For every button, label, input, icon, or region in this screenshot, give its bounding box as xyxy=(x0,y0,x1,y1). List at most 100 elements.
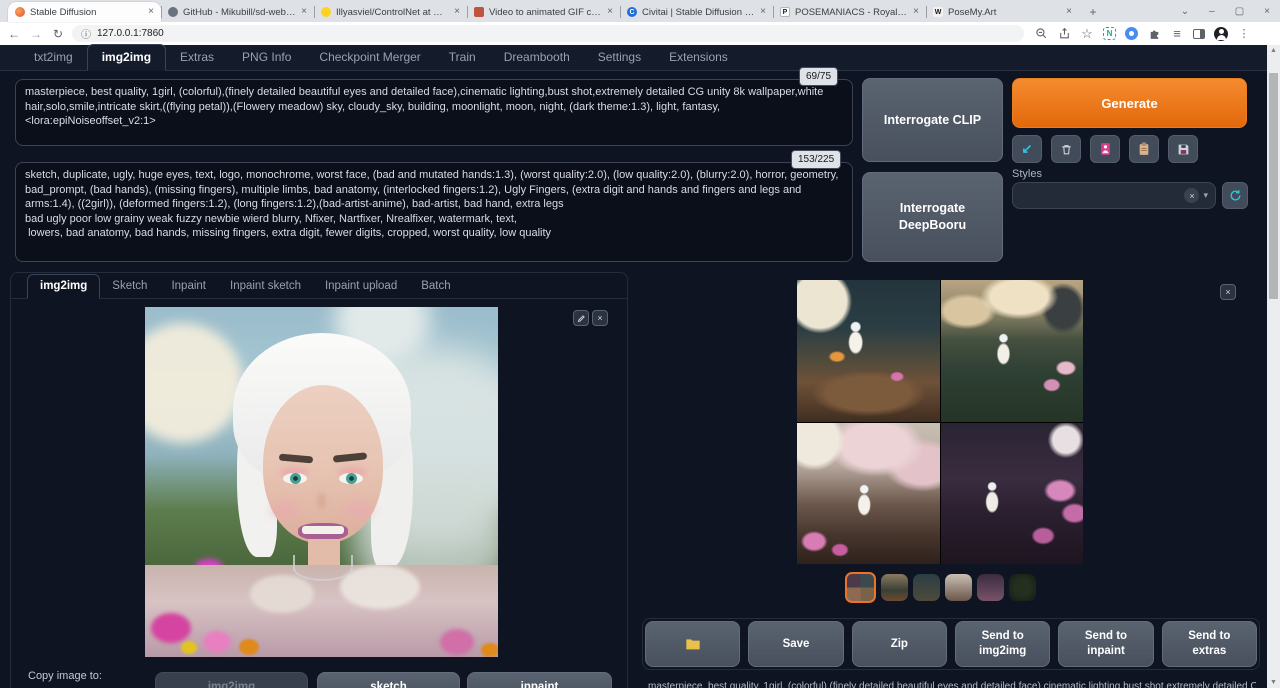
scrollbar-thumb[interactable] xyxy=(1269,73,1278,299)
thumbnail-2[interactable] xyxy=(913,574,940,601)
extension-n-icon[interactable]: N xyxy=(1103,27,1116,40)
zoom-icon[interactable] xyxy=(1034,27,1048,41)
copy-to-sketch-button[interactable]: sketch xyxy=(317,672,460,688)
tab-title: Video to animated GIF converter xyxy=(489,7,602,18)
tab-close-icon[interactable]: × xyxy=(760,7,766,17)
forward-button[interactable]: → xyxy=(28,28,44,40)
apply-style-button[interactable] xyxy=(1129,135,1159,163)
tab-batch-mode[interactable]: Batch xyxy=(409,275,462,298)
back-button[interactable]: ← xyxy=(6,28,22,40)
result-image-4[interactable] xyxy=(941,423,1084,565)
window-minimize-button[interactable]: – xyxy=(1209,6,1215,17)
tab-txt2img[interactable]: txt2img xyxy=(20,45,87,70)
tab-checkpoint-merger[interactable]: Checkpoint Merger xyxy=(305,45,434,70)
extension-blue-icon[interactable] xyxy=(1125,27,1138,40)
copy-to-img2img-button[interactable]: img2img xyxy=(155,672,308,688)
read-parameters-button[interactable]: ↙ xyxy=(1012,135,1042,163)
scroll-down-arrow-icon[interactable]: ▼ xyxy=(1267,679,1280,686)
open-folder-button[interactable] xyxy=(645,621,740,667)
window-maximize-button[interactable]: ▢ xyxy=(1235,6,1244,17)
tab-close-icon[interactable]: × xyxy=(913,7,919,17)
reload-button[interactable]: ↻ xyxy=(50,28,66,40)
tab-extensions[interactable]: Extensions xyxy=(655,45,742,70)
tab-close-icon[interactable]: × xyxy=(301,7,307,17)
result-image-1[interactable] xyxy=(797,280,940,422)
result-gallery[interactable] xyxy=(797,280,1083,564)
scroll-up-arrow-icon[interactable]: ▲ xyxy=(1267,47,1280,54)
browser-tab-posemy[interactable]: W PoseMy.Art × xyxy=(926,2,1079,22)
posemy-favicon: W xyxy=(933,7,943,17)
prompt-input[interactable]: masterpiece, best quality, 1girl, (color… xyxy=(15,79,853,146)
result-image-2[interactable] xyxy=(941,280,1084,422)
github-favicon xyxy=(168,7,178,17)
tab-extras[interactable]: Extras xyxy=(166,45,228,70)
save-button[interactable]: Save xyxy=(748,621,843,667)
tab-settings[interactable]: Settings xyxy=(584,45,655,70)
tab-close-icon[interactable]: × xyxy=(148,7,154,17)
send-to-inpaint-button[interactable]: Send to inpaint xyxy=(1058,621,1153,667)
page-scrollbar[interactable]: ▲ ▼ xyxy=(1267,45,1280,688)
browser-tab-posemaniacs[interactable]: P POSEMANIACS - Royalty free 3… × xyxy=(773,2,926,22)
negative-prompt-input[interactable]: sketch, duplicate, ugly, huge eyes, text… xyxy=(15,162,853,262)
site-info-icon[interactable]: ⓘ xyxy=(81,26,91,41)
address-bar[interactable]: ⓘ 127.0.0.1:7860 xyxy=(72,25,1024,42)
tab-inpaint-upload-mode[interactable]: Inpaint upload xyxy=(313,275,409,298)
source-image[interactable] xyxy=(145,307,498,657)
thumbnail-4[interactable] xyxy=(977,574,1004,601)
browser-tab-github[interactable]: GitHub - Mikubill/sd-webui-co… × xyxy=(161,2,314,22)
side-panel-icon[interactable] xyxy=(1193,29,1205,39)
send-to-extras-button[interactable]: Send to extras xyxy=(1162,621,1257,667)
thumbnail-3[interactable] xyxy=(945,574,972,601)
tab-inpaint-sketch-mode[interactable]: Inpaint sketch xyxy=(218,275,313,298)
save-style-button[interactable] xyxy=(1168,135,1198,163)
civitai-favicon: C xyxy=(627,7,637,17)
image-art xyxy=(298,523,348,540)
share-icon[interactable] xyxy=(1057,27,1071,41)
extensions-puzzle-icon[interactable] xyxy=(1147,27,1161,41)
profile-avatar[interactable] xyxy=(1214,27,1228,41)
browser-tab-stable-diffusion[interactable]: Stable Diffusion × xyxy=(8,2,161,22)
bookmark-star-icon[interactable]: ☆ xyxy=(1080,27,1094,41)
thumbnail-5[interactable] xyxy=(1009,574,1036,601)
close-gallery-button[interactable]: × xyxy=(1220,284,1236,300)
interrogate-deepbooru-button[interactable]: Interrogate DeepBooru xyxy=(862,172,1003,262)
styles-dropdown[interactable]: × ▾ xyxy=(1012,182,1216,209)
new-tab-button[interactable]: + xyxy=(1085,4,1101,20)
extra-networks-button[interactable] xyxy=(1090,135,1120,163)
url-text: 127.0.0.1:7860 xyxy=(97,28,164,39)
edit-image-button[interactable] xyxy=(573,310,589,326)
remove-image-button[interactable]: × xyxy=(592,310,608,326)
tab-sketch-mode[interactable]: Sketch xyxy=(100,275,159,298)
refresh-styles-button[interactable] xyxy=(1222,182,1248,209)
clear-prompt-button[interactable] xyxy=(1051,135,1081,163)
tab-close-icon[interactable]: × xyxy=(454,7,460,17)
tab-img2img[interactable]: img2img xyxy=(87,44,166,71)
pencil-icon xyxy=(577,314,586,323)
browser-tab-civitai[interactable]: C Civitai | Stable Diffusion model… × xyxy=(620,2,773,22)
reading-list-icon[interactable]: ≡ xyxy=(1170,27,1184,41)
window-close-button[interactable]: × xyxy=(1264,6,1270,17)
tab-train[interactable]: Train xyxy=(435,45,490,70)
generate-button[interactable]: Generate xyxy=(1012,78,1247,128)
tab-search-chevron-icon[interactable]: ⌄ xyxy=(1181,6,1189,17)
send-to-img2img-button[interactable]: Send to img2img xyxy=(955,621,1050,667)
clear-styles-icon[interactable]: × xyxy=(1184,188,1199,203)
tab-png-info[interactable]: PNG Info xyxy=(228,45,305,70)
tab-inpaint-mode[interactable]: Inpaint xyxy=(159,275,218,298)
thumbnail-grid[interactable] xyxy=(845,572,876,603)
result-image-3[interactable] xyxy=(797,423,940,565)
copy-to-inpaint-button[interactable]: inpaint xyxy=(467,672,612,688)
interrogate-clip-button[interactable]: Interrogate CLIP xyxy=(862,78,1003,162)
tab-img2img-mode[interactable]: img2img xyxy=(27,274,100,299)
tab-close-icon[interactable]: × xyxy=(1066,7,1072,17)
thumbnail-1[interactable] xyxy=(881,574,908,601)
menu-kebab-icon[interactable]: ⋮ xyxy=(1237,27,1251,41)
zip-button[interactable]: Zip xyxy=(852,621,947,667)
chevron-down-icon[interactable]: ▾ xyxy=(1203,190,1208,201)
tab-dreambooth[interactable]: Dreambooth xyxy=(490,45,584,70)
browser-tab-gif-converter[interactable]: Video to animated GIF converter × xyxy=(467,2,620,22)
generation-info-text: masterpiece, best quality, 1girl, (color… xyxy=(648,681,1256,688)
tab-close-icon[interactable]: × xyxy=(607,7,613,17)
close-icon: × xyxy=(597,313,602,323)
browser-tab-controlnet[interactable]: Illyasviel/ControlNet at main × xyxy=(314,2,467,22)
